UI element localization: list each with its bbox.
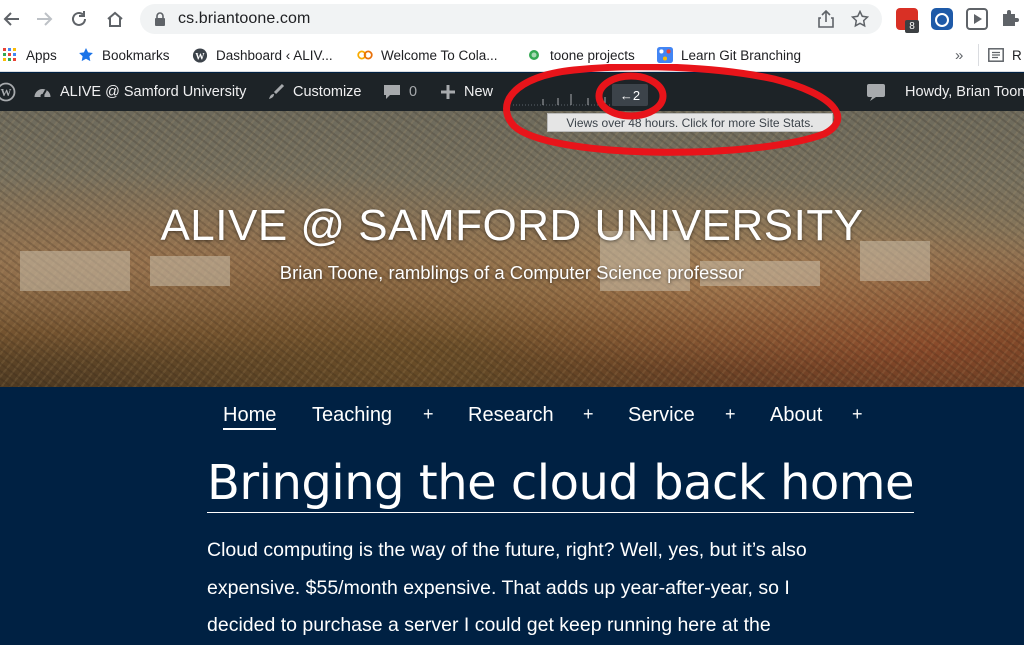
site-title[interactable]: ALIVE @ SAMFORD UNIVERSITY (0, 201, 1024, 251)
extension-badge: 8 (905, 20, 919, 33)
customize-link[interactable]: Customize (267, 73, 362, 111)
primary-navigation: Home Teaching + Research + Service + Abo… (0, 387, 1024, 445)
teaching-submenu-toggle[interactable]: + (423, 404, 434, 425)
customize-label: Customize (293, 84, 362, 100)
bookmarks-overflow-button[interactable]: » (955, 46, 963, 64)
dashboard-gauge-icon (34, 88, 51, 98)
new-content-menu[interactable]: New (440, 73, 493, 111)
wordpress-logo-icon: W (0, 82, 16, 102)
bookmark-apps[interactable]: Apps (2, 46, 57, 64)
post-content: Cloud computing is the way of the future… (207, 532, 907, 645)
url-text[interactable]: cs.briantoone.com (178, 10, 310, 28)
about-submenu-toggle[interactable]: + (852, 404, 863, 425)
research-submenu-toggle[interactable]: + (583, 404, 594, 425)
bookmark-colab[interactable]: Welcome To Cola... (357, 46, 498, 64)
notifications-button[interactable] (866, 73, 894, 111)
reading-list-icon (988, 47, 1004, 63)
bookmark-label: toone projects (550, 47, 635, 63)
bookmark-bookmarks[interactable]: Bookmarks (78, 46, 170, 64)
stats-tooltip: Views over 48 hours. Click for more Site… (547, 113, 833, 132)
bookmark-label: Dashboard ‹ ALIV... (216, 47, 333, 63)
plus-icon (441, 85, 455, 99)
green-dot-icon (526, 47, 542, 63)
svg-text:W: W (195, 52, 205, 62)
extension-play-icon[interactable] (966, 8, 988, 30)
home-icon[interactable] (103, 7, 127, 31)
nav-item-service[interactable]: Service (628, 404, 695, 427)
service-submenu-toggle[interactable]: + (725, 404, 736, 425)
howdy-label: Howdy, Brian Toone (905, 84, 1024, 100)
star-icon (78, 47, 94, 63)
site-tagline: Brian Toone, ramblings of a Computer Sci… (279, 262, 745, 283)
comment-bubble-icon (384, 85, 400, 99)
extension-blue-icon[interactable] (931, 8, 953, 30)
comments-link[interactable]: 0 (383, 73, 417, 111)
share-icon[interactable] (816, 9, 836, 29)
extension-calendar-icon[interactable]: 8 (896, 8, 919, 33)
comments-count: 0 (409, 84, 418, 100)
post-paragraph-line: Cloud computing is the way of the future… (207, 539, 807, 561)
post-paragraph-line: decided to purchase a server I could get… (207, 614, 771, 636)
paintbrush-icon (269, 83, 285, 99)
git-branch-icon (657, 47, 673, 63)
apps-grid-icon (2, 47, 18, 63)
lock-icon[interactable] (150, 9, 170, 29)
bookmark-label: Welcome To Cola... (381, 47, 498, 63)
wp-admin-bar: W ALIVE @ Samford University Customize 0… (0, 73, 1024, 111)
header-image: ALIVE @ SAMFORD UNIVERSITY Brian Toone, … (0, 111, 1024, 387)
forward-arrow-icon[interactable] (32, 7, 56, 31)
bookmark-label: Bookmarks (102, 47, 170, 63)
site-stats-badge[interactable]: ← 2 (612, 84, 648, 106)
bookmark-learn-git[interactable]: Learn Git Branching (657, 46, 801, 64)
site-name-menu[interactable]: ALIVE @ Samford University (33, 73, 246, 111)
colab-icon (357, 47, 373, 63)
nav-item-research[interactable]: Research (468, 404, 554, 427)
bookmark-star-icon[interactable] (850, 9, 870, 29)
notification-bubble-icon (867, 84, 885, 101)
svg-text:W: W (1, 87, 12, 99)
my-account-menu[interactable]: Howdy, Brian Toone (905, 73, 1024, 111)
back-arrow-icon[interactable] (0, 7, 24, 31)
nav-item-home[interactable]: Home (223, 404, 277, 430)
reading-list-label: R (1012, 47, 1022, 63)
bookmark-label: Apps (26, 47, 57, 63)
wp-logo-menu[interactable]: W (0, 73, 24, 111)
site-stats-sparkline[interactable] (513, 86, 613, 106)
bookmarks-bar: Apps Bookmarks W Dashboard ‹ ALIV... Wel… (0, 38, 1024, 72)
extensions-puzzle-icon[interactable] (1000, 8, 1022, 30)
post-title-link[interactable]: Bringing the cloud back home (207, 454, 915, 513)
bookmarks-divider (978, 44, 979, 66)
bookmark-toone-projects[interactable]: toone projects (526, 46, 635, 64)
stats-value: 2 (632, 87, 641, 103)
nav-item-about[interactable]: About (770, 404, 822, 427)
reading-list-button[interactable]: R (988, 46, 1022, 64)
bookmark-dashboard[interactable]: W Dashboard ‹ ALIV... (192, 46, 333, 64)
browser-toolbar: cs.briantoone.com 8 (0, 0, 1024, 38)
wordpress-icon: W (192, 47, 208, 63)
post-paragraph-line: expensive. $55/month expensive. That add… (207, 576, 790, 599)
address-bar[interactable]: cs.briantoone.com (140, 4, 882, 34)
stats-arrow-icon: ← (619, 87, 633, 103)
reload-icon[interactable] (67, 7, 91, 31)
site-name-label: ALIVE @ Samford University (60, 84, 247, 100)
nav-item-teaching[interactable]: Teaching (312, 404, 392, 427)
bookmark-label: Learn Git Branching (681, 47, 802, 63)
new-label: New (464, 84, 494, 100)
